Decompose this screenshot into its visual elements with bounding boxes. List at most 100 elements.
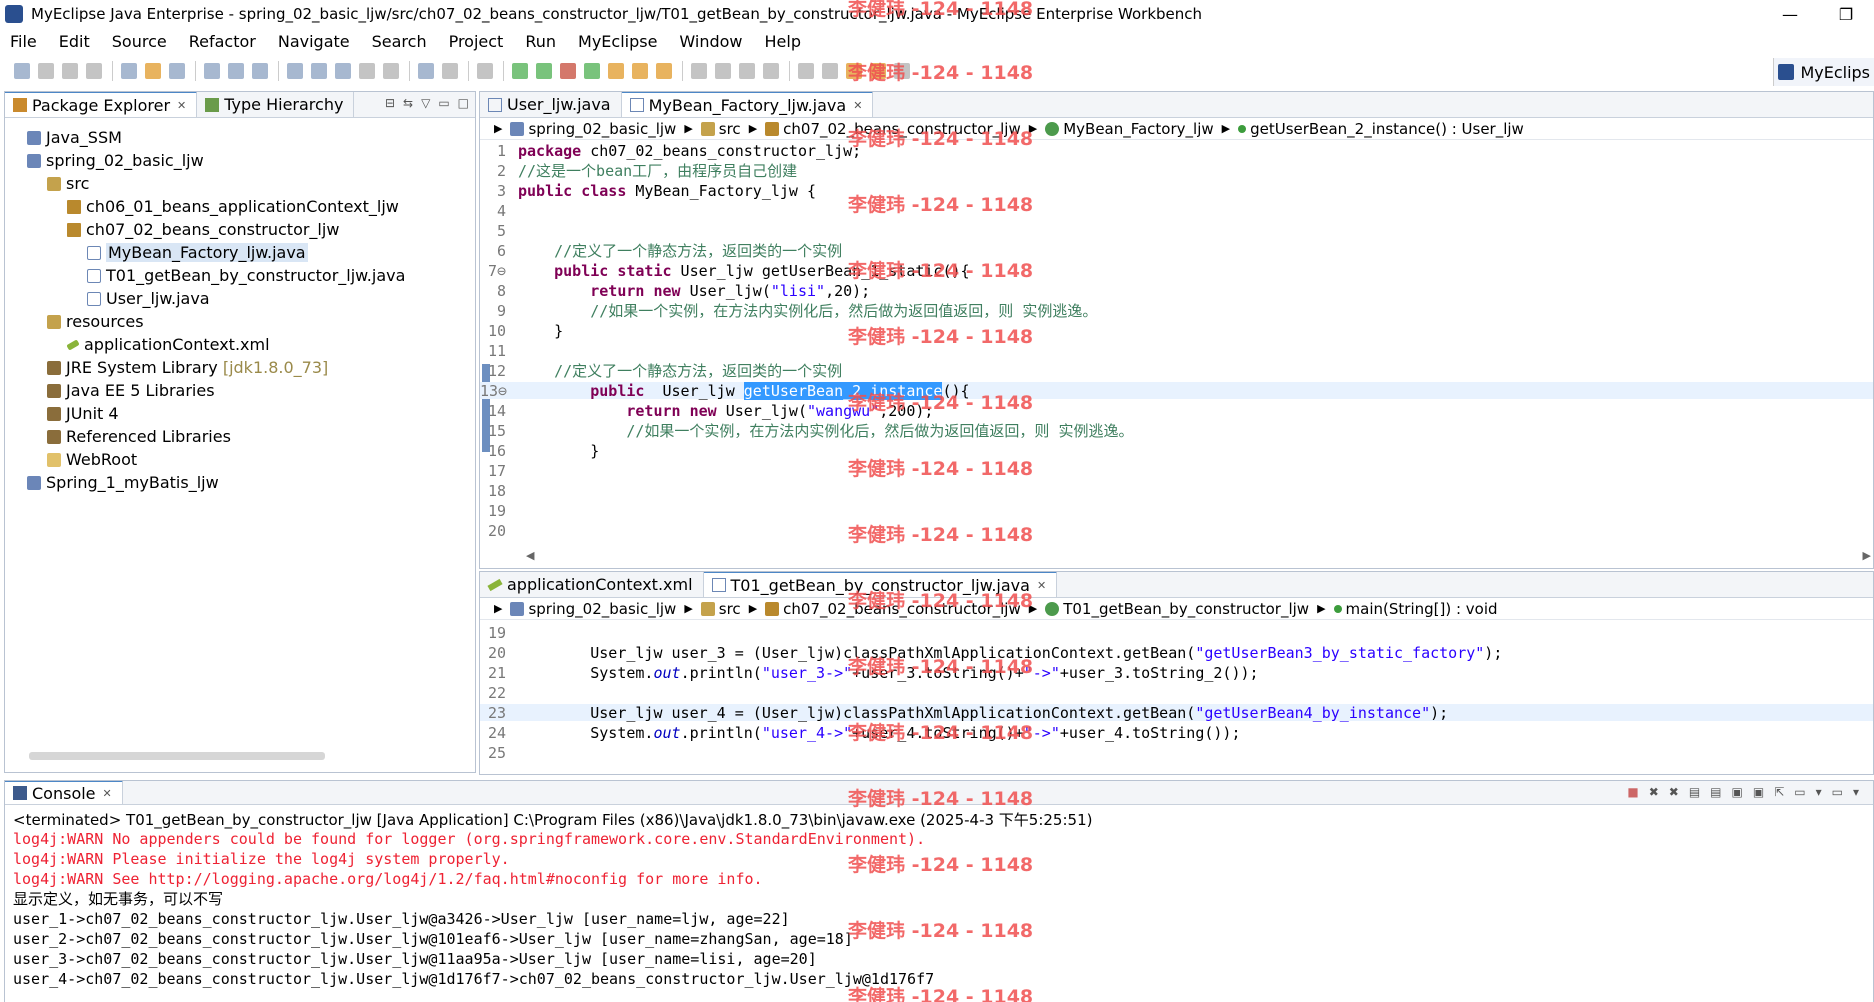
menu-project[interactable]: Project bbox=[449, 32, 504, 51]
breadcrumb-item[interactable]: spring_02_basic_ljw bbox=[528, 120, 676, 138]
new-java-class-icon[interactable] bbox=[608, 63, 624, 79]
menu-edit[interactable]: Edit bbox=[59, 32, 90, 51]
open-type-icon[interactable] bbox=[145, 63, 161, 79]
team-icon[interactable] bbox=[442, 63, 458, 79]
tree-node-t01-getbean[interactable]: T01_getBean_by_constructor_ljw.java bbox=[87, 266, 405, 285]
terminate-icon[interactable]: ■ bbox=[1627, 785, 1638, 799]
tab-t01-getbean[interactable]: T01_getBean_by_constructor_ljw.java ✕ bbox=[703, 572, 1058, 597]
menu-refactor[interactable]: Refactor bbox=[189, 32, 256, 51]
perspective-switcher[interactable]: MyEclips bbox=[1773, 58, 1874, 86]
tree-node-resources[interactable]: resources bbox=[47, 312, 144, 331]
scroll-right-icon[interactable]: ▶ bbox=[1863, 549, 1871, 562]
tab-mybean-factory[interactable]: MyBean_Factory_ljw.java ✕ bbox=[621, 92, 874, 117]
external-tools-icon[interactable] bbox=[560, 63, 576, 79]
menu-search[interactable]: Search bbox=[372, 32, 427, 51]
tree-node-application-context-xml[interactable]: applicationContext.xml bbox=[66, 335, 270, 354]
scroll-left-icon[interactable]: ◀ bbox=[526, 549, 534, 562]
tree-node-jre-system-library[interactable]: JRE System Library [jdk1.8.0_73] bbox=[47, 358, 328, 377]
tree-node-mybean-factory[interactable]: MyBean_Factory_ljw.java bbox=[87, 243, 308, 262]
annotation-next-icon[interactable] bbox=[691, 63, 707, 79]
monitor-icon[interactable] bbox=[477, 63, 493, 79]
forward-icon[interactable] bbox=[383, 63, 399, 79]
tab-application-context-xml[interactable]: applicationContext.xml bbox=[480, 572, 704, 597]
menu-navigate[interactable]: Navigate bbox=[278, 32, 350, 51]
web-browser-icon[interactable] bbox=[335, 63, 351, 79]
debug-icon[interactable] bbox=[512, 63, 528, 79]
breadcrumb-item[interactable]: src bbox=[719, 600, 741, 618]
new-icon[interactable] bbox=[14, 63, 30, 79]
tree-node-src[interactable]: src bbox=[47, 174, 89, 193]
view-menu-icon[interactable]: ▽ bbox=[421, 96, 430, 110]
open-perspective-icon[interactable] bbox=[418, 63, 434, 79]
remove-launch-icon[interactable]: ✖ bbox=[1649, 785, 1659, 799]
menu-file[interactable]: File bbox=[10, 32, 37, 51]
breadcrumb-item[interactable]: src bbox=[719, 120, 741, 138]
collapse-all-icon[interactable]: ⊟ bbox=[385, 96, 395, 110]
maximize-view-icon[interactable]: □ bbox=[458, 96, 469, 110]
tab-console[interactable]: Console ✕ bbox=[5, 781, 123, 804]
restore-button[interactable]: ❐ bbox=[1818, 0, 1874, 28]
close-icon[interactable]: ✕ bbox=[177, 99, 186, 112]
forward-navigation-icon[interactable] bbox=[894, 63, 910, 79]
breadcrumb-item[interactable]: T01_getBean_by_constructor_ljw bbox=[1063, 600, 1309, 618]
breadcrumb-item[interactable]: ch07_02_beans_constructor_ljw bbox=[783, 120, 1021, 138]
show-on-output-icon[interactable]: ▣ bbox=[1732, 785, 1743, 799]
tree-node-webroot[interactable]: WebRoot bbox=[47, 450, 137, 469]
menu-run[interactable]: Run bbox=[525, 32, 556, 51]
menu-help[interactable]: Help bbox=[765, 32, 801, 51]
tree-node-java-ssm[interactable]: Java_SSM bbox=[27, 128, 122, 147]
search-icon[interactable] bbox=[656, 63, 672, 79]
close-icon[interactable]: ✕ bbox=[1037, 579, 1046, 592]
menu-window[interactable]: Window bbox=[679, 32, 742, 51]
tree-node-spring-02-basic-ljw[interactable]: spring_02_basic_ljw bbox=[27, 151, 204, 170]
back-icon[interactable] bbox=[359, 63, 375, 79]
close-icon[interactable]: ✕ bbox=[103, 787, 112, 800]
tab-user-ljw[interactable]: User_ljw.java bbox=[480, 92, 622, 117]
new-package-icon[interactable] bbox=[169, 63, 185, 79]
coverage-icon[interactable] bbox=[584, 63, 600, 79]
open-console-icon[interactable]: ▾ bbox=[1816, 785, 1822, 799]
new-console-icon[interactable]: ▭ bbox=[1832, 785, 1843, 799]
pin-console-icon[interactable]: ⇱ bbox=[1774, 785, 1784, 799]
pin-editor-icon[interactable] bbox=[739, 63, 755, 79]
previous-annotation-icon[interactable] bbox=[822, 63, 838, 79]
new-java-project-icon[interactable] bbox=[287, 63, 303, 79]
tree-node-java-ee-5-libraries[interactable]: Java EE 5 Libraries bbox=[47, 381, 215, 400]
remove-all-terminated-icon[interactable]: ✖ bbox=[1669, 785, 1679, 799]
scroll-lock-icon[interactable]: ▤ bbox=[1689, 785, 1700, 799]
back-navigation-icon[interactable] bbox=[870, 63, 886, 79]
tree-node-user-ljw[interactable]: User_ljw.java bbox=[87, 289, 210, 308]
show-on-error-icon[interactable]: ▣ bbox=[1753, 785, 1764, 799]
server-icon[interactable] bbox=[228, 63, 244, 79]
toggle-mark-icon[interactable] bbox=[763, 63, 779, 79]
tree-node-spring-1-mybatis-ljw[interactable]: Spring_1_myBatis_ljw bbox=[27, 473, 219, 492]
tab-type-hierarchy[interactable]: Type Hierarchy bbox=[197, 92, 355, 117]
close-icon[interactable]: ✕ bbox=[853, 99, 862, 112]
deploy-icon[interactable] bbox=[204, 63, 220, 79]
display-console-icon[interactable]: ▭ bbox=[1794, 785, 1805, 799]
breadcrumb-item[interactable]: main(String[]) : void bbox=[1346, 600, 1498, 618]
new-web-project-icon[interactable] bbox=[121, 63, 137, 79]
view-menu-icon[interactable]: ▾ bbox=[1853, 785, 1859, 799]
menu-source[interactable]: Source bbox=[112, 32, 167, 51]
breadcrumb-item[interactable]: MyBean_Factory_ljw bbox=[1063, 120, 1213, 138]
breadcrumb-item[interactable]: spring_02_basic_ljw bbox=[528, 600, 676, 618]
tree-node-referenced-libraries[interactable]: Referenced Libraries bbox=[47, 427, 231, 446]
breadcrumb-item[interactable]: ch07_02_beans_constructor_ljw bbox=[783, 600, 1021, 618]
open-task-icon[interactable] bbox=[632, 63, 648, 79]
tree-node-package-ch06[interactable]: ch06_01_beans_applicationContext_ljw bbox=[67, 197, 399, 216]
save-icon[interactable] bbox=[38, 63, 54, 79]
save-all-icon[interactable] bbox=[62, 63, 78, 79]
print-icon[interactable] bbox=[86, 63, 102, 79]
tree-node-package-ch07[interactable]: ch07_02_beans_constructor_ljw bbox=[67, 220, 339, 239]
annotation-prev-icon[interactable] bbox=[715, 63, 731, 79]
link-with-editor-icon[interactable]: ⇆ bbox=[403, 96, 413, 110]
horizontal-scrollbar[interactable] bbox=[29, 752, 325, 760]
minimize-button[interactable]: — bbox=[1762, 0, 1818, 28]
word-wrap-icon[interactable]: ▤ bbox=[1710, 785, 1721, 799]
minimize-view-icon[interactable]: ▭ bbox=[438, 96, 449, 110]
menu-myeclipse[interactable]: MyEclipse bbox=[578, 32, 657, 51]
browser-icon[interactable] bbox=[252, 63, 268, 79]
tree-node-junit-4[interactable]: JUnit 4 bbox=[47, 404, 119, 423]
next-annotation-icon[interactable] bbox=[798, 63, 814, 79]
